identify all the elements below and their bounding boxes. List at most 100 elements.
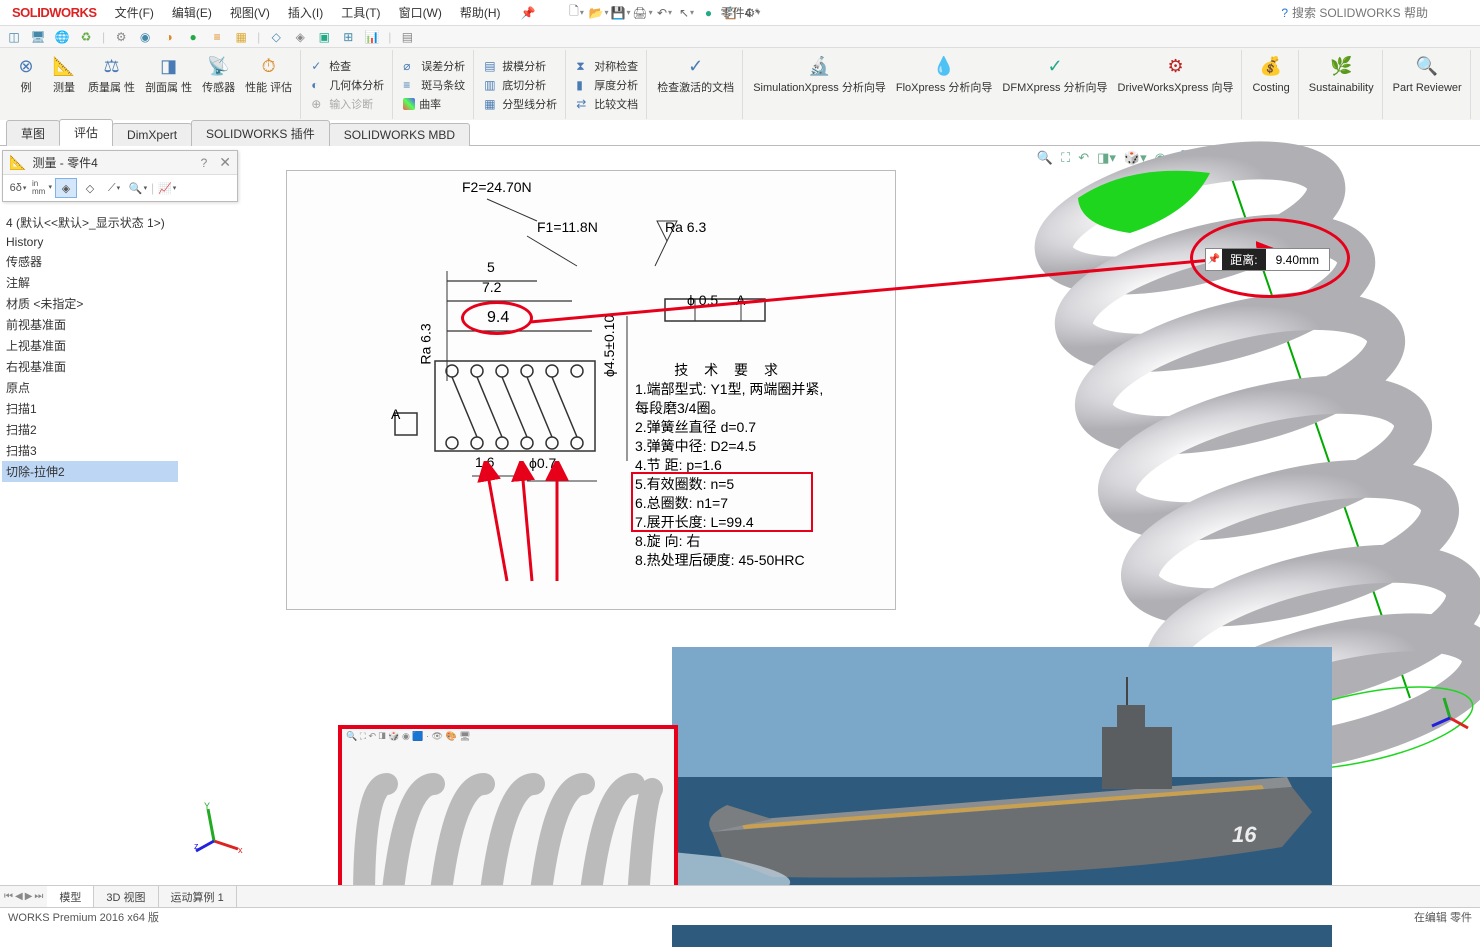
tree-sensors[interactable]: 传感器: [2, 251, 178, 272]
rib-flox[interactable]: 💧FloXpress 分析向导: [892, 50, 997, 119]
tab-dimxpert[interactable]: DimXpert: [112, 123, 192, 146]
tree-sweep1[interactable]: 扫描1: [2, 398, 178, 419]
btab-motion[interactable]: 运动算例 1: [159, 886, 237, 908]
tb-ico-5[interactable]: ⚙: [113, 29, 129, 45]
qat-print[interactable]: 🖨: [634, 4, 652, 22]
mt-units[interactable]: in mm: [31, 178, 53, 198]
tab-evaluate[interactable]: 评估: [59, 119, 113, 146]
pin-icon[interactable]: 📌: [521, 6, 536, 20]
help-search[interactable]: ?: [1281, 6, 1472, 20]
rib-cost[interactable]: 💰Costing: [1248, 50, 1293, 119]
tree-sweep2[interactable]: 扫描2: [2, 419, 178, 440]
menu-edit[interactable]: 编辑(E): [164, 1, 220, 24]
mt-proj[interactable]: 🔍: [127, 178, 149, 198]
view-triad[interactable]: x Y z: [194, 801, 248, 855]
tb-ico-10[interactable]: ▦: [233, 29, 249, 45]
menu-insert[interactable]: 插入(I): [280, 1, 331, 24]
qat-rebuild[interactable]: ●: [700, 4, 718, 22]
qat-new[interactable]: 🗋: [568, 4, 586, 22]
rib-chkact[interactable]: ✓检查激活的文档: [653, 50, 738, 119]
measure-close[interactable]: ✕: [219, 154, 231, 171]
btab-model[interactable]: 模型: [47, 886, 94, 908]
bt-last[interactable]: ⏭: [34, 891, 43, 902]
qat-open[interactable]: 📂: [590, 4, 608, 22]
tab-mbd[interactable]: SOLIDWORKS MBD: [329, 123, 470, 146]
tb-ico-12[interactable]: ◈: [292, 29, 308, 45]
tb-ico-7[interactable]: ◑: [161, 29, 177, 45]
mt-xyz[interactable]: ◈: [55, 178, 77, 198]
tab-addins[interactable]: SOLIDWORKS 插件: [191, 120, 330, 146]
rib-compare[interactable]: ⇄比较文档: [572, 95, 642, 113]
rib-dfmx[interactable]: ✓DFMXpress 分析向导: [998, 50, 1111, 119]
rib-sensor[interactable]: 📡传感器: [198, 50, 239, 119]
tree-annot[interactable]: 注解: [2, 272, 178, 293]
tree-sweep3[interactable]: 扫描3: [2, 440, 178, 461]
qat-undo[interactable]: ↶: [656, 4, 674, 22]
tree-mat[interactable]: 材质 <未指定>: [2, 293, 178, 314]
rib-curv[interactable]: 曲率: [399, 95, 469, 113]
rib-measure[interactable]: 📐测量: [46, 50, 82, 119]
tree-top[interactable]: 上视基准面: [2, 335, 178, 356]
tb-ico-16[interactable]: ▤: [399, 29, 415, 45]
tb-ico-6[interactable]: ◉: [137, 29, 153, 45]
rib-zebra[interactable]: ≡斑马条纹: [399, 76, 469, 94]
rib-undercut[interactable]: ▥底切分析: [480, 76, 561, 94]
bt-prev[interactable]: ◀: [15, 891, 23, 902]
rib-geom[interactable]: ◐几何体分析: [307, 76, 388, 94]
menu-tools[interactable]: 工具(T): [333, 1, 388, 24]
rib-check[interactable]: ✓检查: [307, 57, 388, 75]
tb-ico-1[interactable]: ◫: [6, 29, 22, 45]
menu-help[interactable]: 帮助(H): [452, 1, 509, 24]
bt-first[interactable]: ⏮: [4, 891, 13, 902]
rib-interfere[interactable]: ⊗例: [8, 50, 44, 119]
mt-arc[interactable]: ◇: [79, 178, 101, 198]
rib-thick[interactable]: ▮厚度分析: [572, 76, 642, 94]
rib-dwx[interactable]: ⚙DriveWorksXpress 向导: [1114, 50, 1238, 119]
tab-sketch[interactable]: 草图: [6, 120, 60, 146]
measure-panel[interactable]: 📐 测量 - 零件4 ? ✕ 6δ in mm ◈ ◇ ⟋ 🔍 | 📈: [2, 150, 238, 202]
tree-root[interactable]: 4 (默认<<默认>_显示状态 1>): [2, 212, 178, 233]
tb-ico-8[interactable]: ●: [185, 29, 201, 45]
measure-callout[interactable]: 📌 距离: 9.40mm: [1205, 248, 1330, 271]
tb-ico-9[interactable]: ≡: [209, 29, 225, 45]
bt-next[interactable]: ▶: [25, 891, 33, 902]
tree-history[interactable]: History: [2, 233, 178, 251]
mt-sigma[interactable]: 6δ: [7, 178, 29, 198]
tree-front[interactable]: 前视基准面: [2, 314, 178, 335]
qat-select[interactable]: ↖: [678, 4, 696, 22]
tree-right[interactable]: 右视基准面: [2, 356, 178, 377]
tb-ico-15[interactable]: 📊: [364, 29, 380, 45]
tb-ico-14[interactable]: ⊞: [340, 29, 356, 45]
feature-tree[interactable]: 4 (默认<<默认>_显示状态 1>) History 传感器 注解 材质 <未…: [0, 146, 180, 865]
menu-view[interactable]: 视图(V): [222, 1, 278, 24]
tb-ico-11[interactable]: ◇: [268, 29, 284, 45]
rib-err[interactable]: ⌀误差分析: [399, 57, 469, 75]
mt-p2p[interactable]: ⟋: [103, 178, 125, 198]
rib-mass[interactable]: ⚖质量属 性: [84, 50, 139, 119]
search-input[interactable]: [1292, 6, 1472, 20]
btab-3dview[interactable]: 3D 视图: [94, 886, 158, 908]
rib-partline[interactable]: ▦分型线分析: [480, 95, 561, 113]
measure-help[interactable]: ?: [201, 156, 208, 170]
rib-diag[interactable]: ⊕输入诊断: [307, 95, 388, 113]
tb-ico-13[interactable]: ▣: [316, 29, 332, 45]
menu-file[interactable]: 文件(F): [107, 1, 162, 24]
tb-ico-2[interactable]: 🖥: [30, 29, 46, 45]
tb-ico-3[interactable]: 🌐: [54, 29, 70, 45]
rib-sym[interactable]: ⧗对称检查: [572, 57, 642, 75]
tree-origin[interactable]: 原点: [2, 377, 178, 398]
tb-ico-4[interactable]: ♻: [78, 29, 94, 45]
rib-perf[interactable]: ⏱性能 评估: [241, 50, 296, 119]
tech-requirements: 技 术 要 求 1.端部型式: Y1型, 两端圈并紧, 每段磨3/4圈。 2.弹…: [635, 361, 823, 570]
rib-draft[interactable]: ▤拔模分析: [480, 57, 561, 75]
rib-sust[interactable]: 🌿Sustainability: [1305, 50, 1378, 119]
menu-window[interactable]: 窗口(W): [391, 1, 450, 24]
mt-hist[interactable]: 📈: [156, 178, 178, 198]
rib-section[interactable]: ◨剖面属 性: [141, 50, 196, 119]
rib-partrev[interactable]: 🔍Part Reviewer: [1389, 50, 1466, 119]
callout-pin-icon[interactable]: 📌: [1206, 254, 1222, 265]
graphics-canvas[interactable]: 🔍 ⛶ ↶ ◨▾ 🎲▾ ◉▾ 🟦▾ · 👁▾ 🎨▾ 🖥▾ ·: [180, 146, 1480, 865]
rib-simx[interactable]: 🔬SimulationXpress 分析向导: [749, 50, 890, 119]
qat-save[interactable]: 💾: [612, 4, 630, 22]
tree-cutext2[interactable]: 切除-拉伸2: [2, 461, 178, 482]
